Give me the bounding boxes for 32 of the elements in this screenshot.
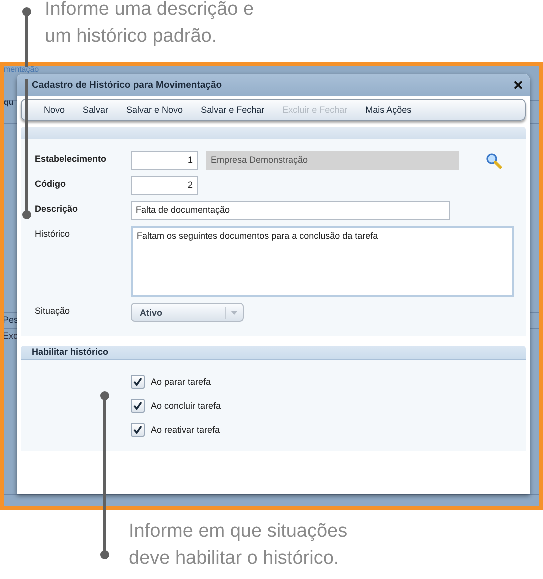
toolbar-button[interactable]: Mais Ações [356, 105, 421, 115]
callout-text: Informe uma descrição e um histórico padrão. [45, 0, 256, 49]
toolbar-button[interactable]: Novo [35, 105, 74, 115]
toolbar-button[interactable]: Salvar e Novo [118, 105, 192, 115]
dropdown[interactable]: Ativo [131, 303, 244, 322]
input-field[interactable]: 1 [131, 151, 198, 170]
callout-text: Informe em que situações deve habilitar o histórico. [129, 520, 349, 571]
text-area[interactable]: Faltam os seguintes documentos para a conclusão da tarefa [131, 226, 514, 297]
section-header: Habilitar histórico [21, 346, 526, 360]
background-text: Exc [4, 331, 18, 341]
input-field[interactable]: 2 [131, 176, 198, 195]
background-text: mentação [4, 66, 40, 74]
field-label: Descrição [35, 203, 80, 214]
input-field[interactable]: Falta de documentação [131, 201, 450, 220]
checkbox-label: Ao concluir tarefa [151, 401, 222, 411]
caret-icon [231, 310, 238, 314]
checkbox[interactable] [131, 399, 145, 413]
close-button[interactable]: ✕ [511, 78, 526, 92]
checkbox-label: Ao parar tarefa [151, 377, 212, 387]
checkbox-label: Ao reativar tarefa [151, 425, 220, 435]
search-icon[interactable] [486, 152, 502, 168]
background-text: qu [4, 98, 14, 107]
field-label: Estabelecimento [35, 153, 108, 164]
checkbox[interactable] [131, 423, 145, 437]
field-label: Código [35, 178, 67, 189]
toolbar-button[interactable]: Salvar [74, 105, 118, 115]
checkbox[interactable] [131, 375, 145, 389]
toolbar-button[interactable]: Salvar e Fechar [192, 105, 274, 115]
field-label: Situação [35, 305, 72, 316]
dialog-title: Cadastro de Histórico para Movimentação [32, 80, 222, 90]
field-label: Histórico [35, 228, 72, 239]
description-field: Empresa Demonstração [206, 151, 459, 170]
